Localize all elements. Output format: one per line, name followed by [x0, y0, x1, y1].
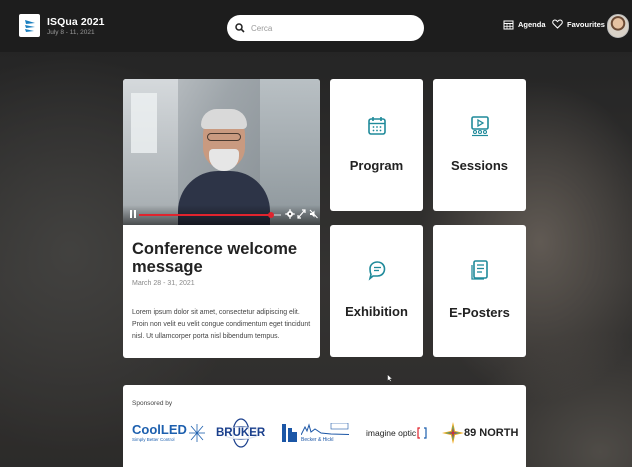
isqua-logo-icon: [24, 19, 35, 32]
agenda-icon: [503, 20, 514, 30]
pause-icon[interactable]: [129, 209, 137, 219]
fullscreen-icon[interactable]: [297, 209, 306, 219]
calendar-icon: [367, 117, 386, 135]
sponsors-section: Sponsored by CoolLED Simply Better Contr…: [123, 385, 526, 467]
tile-program-label: Program: [349, 158, 404, 173]
video-player[interactable]: [123, 79, 320, 225]
bh-waveform-icon: [301, 423, 349, 435]
video-frame-window: [131, 93, 157, 153]
tile-sessions[interactable]: Sessions: [433, 79, 526, 211]
favourites-label: Favourites: [567, 19, 605, 29]
search-bar[interactable]: [227, 15, 424, 41]
chat-bubble-icon: [368, 261, 385, 281]
video-date: March 28 - 31, 2021: [132, 280, 195, 287]
heart-icon: [552, 19, 563, 29]
video-progress-handle[interactable]: [268, 212, 275, 218]
welcome-video-card: Conference welcome message March 28 - 31…: [123, 79, 320, 358]
tile-exhibition-label: Exhibition: [345, 304, 408, 319]
video-description: Lorem ipsum dolor sit amet, consectetur …: [132, 309, 311, 340]
89-north-star-icon: [442, 422, 464, 444]
speaker-glasses: [207, 133, 241, 141]
speaker-beard: [209, 149, 239, 171]
89-north-wordmark: 89 NORTH: [464, 427, 519, 439]
coolled-tagline: Simply Better Control: [132, 437, 175, 443]
settings-icon[interactable]: [285, 209, 295, 219]
sponsor-logo-becker-hickl[interactable]: Becker & Hickl: [281, 418, 349, 448]
sponsor-logo-coolled[interactable]: CoolLED Simply Better Control: [132, 418, 207, 448]
tile-program[interactable]: Program: [330, 79, 423, 211]
imagine-optic-bracket-icon: [417, 427, 427, 439]
bh-wordmark: Becker & Hickl: [301, 437, 334, 443]
video-progress-bar[interactable]: [139, 212, 281, 218]
top-bar: ISQua 2021 July 8 - 11, 2021 Agenda Favo…: [0, 0, 632, 52]
tile-eposters-label: E-Posters: [449, 305, 510, 320]
sponsor-logo-89-north[interactable]: 89 NORTH: [442, 418, 518, 448]
sponsor-logo-imagine-optic[interactable]: imagine optic: [366, 418, 427, 448]
sponsor-logo-bruker[interactable]: BRUKER: [215, 418, 267, 448]
document-icon: [470, 260, 488, 280]
search-input[interactable]: [251, 23, 411, 33]
event-dates: July 8 - 11, 2021: [47, 29, 95, 36]
coolled-wordmark: CoolLED: [132, 422, 187, 438]
agenda-label: Agenda: [518, 20, 546, 29]
speaker-hair: [201, 109, 247, 129]
isqua-logo[interactable]: [19, 14, 40, 37]
starburst-icon: [188, 424, 205, 442]
imagine-optic-wordmark: imagine optic: [366, 428, 417, 438]
bh-logo-icon: [282, 424, 297, 442]
video-title: Conference welcome message: [132, 240, 298, 276]
sponsors-heading: Sponsored by: [132, 400, 173, 407]
search-icon: [235, 23, 245, 33]
mute-icon[interactable]: [309, 209, 318, 219]
video-progress-fill: [139, 214, 272, 216]
agenda-button[interactable]: Agenda: [503, 19, 546, 30]
mouse-cursor-icon: [387, 374, 393, 382]
video-group-icon: [470, 116, 489, 137]
tile-exhibition[interactable]: Exhibition: [330, 225, 423, 357]
event-title: ISQua 2021: [47, 16, 105, 28]
tile-sessions-label: Sessions: [450, 158, 509, 173]
favourites-button[interactable]: Favourites: [552, 19, 605, 29]
tile-eposters[interactable]: E-Posters: [433, 225, 526, 357]
bruker-wordmark: BRUKER: [215, 427, 267, 439]
user-avatar[interactable]: [607, 14, 629, 38]
